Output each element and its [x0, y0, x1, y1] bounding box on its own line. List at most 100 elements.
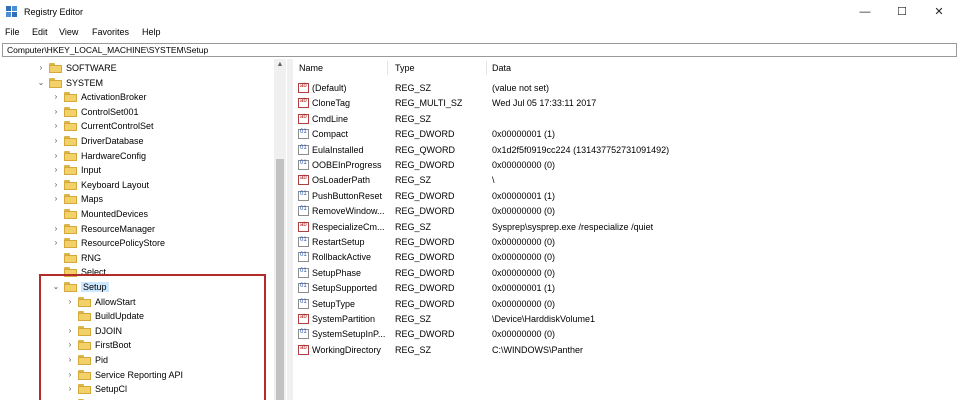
- close-button[interactable]: ✕: [924, 3, 954, 21]
- scroll-up-icon[interactable]: ▲: [274, 59, 286, 71]
- folder-icon: [64, 165, 77, 176]
- value-name: (Default): [312, 83, 347, 93]
- chevron-right-icon[interactable]: ›: [52, 107, 60, 117]
- tree-item-mounteddevices[interactable]: MountedDevices: [2, 207, 272, 221]
- tree-item-maps[interactable]: › Maps: [2, 192, 272, 206]
- value-row[interactable]: RemoveWindow... REG_DWORD 0x00000000 (0): [293, 204, 959, 219]
- column-divider[interactable]: [486, 61, 487, 75]
- address-path[interactable]: Computer\HKEY_LOCAL_MACHINE\SYSTEM\Setup: [7, 44, 208, 56]
- value-row[interactable]: EulaInstalled REG_QWORD 0x1d2f5f0919cc224 …: [293, 143, 959, 158]
- tree-item-resourcepolicystore[interactable]: › ResourcePolicyStore: [2, 236, 272, 250]
- minimize-button[interactable]: —: [850, 3, 880, 21]
- value-data: C:\WINDOWS\Panther: [492, 344, 584, 355]
- tree-item-label: HardwareConfig: [81, 150, 147, 161]
- scroll-thumb[interactable]: [276, 159, 284, 400]
- value-row[interactable]: OOBEInProgress REG_DWORD 0x00000000 (0): [293, 158, 959, 173]
- column-header-type[interactable]: Type: [395, 63, 415, 73]
- value-row[interactable]: CloneTag REG_MULTI_SZ Wed Jul 05 17:33:11 …: [293, 96, 959, 111]
- tree-item-rng[interactable]: RNG: [2, 251, 272, 265]
- folder-icon: [64, 179, 77, 190]
- tree-item-software[interactable]: › SOFTWARE: [2, 61, 272, 75]
- value-row[interactable]: (Default) REG_SZ (value not set): [293, 81, 959, 96]
- registry-editor-icon: [6, 6, 17, 17]
- tree-item-controlset001[interactable]: › ControlSet001: [2, 105, 272, 119]
- tree-item-label: DriverDatabase: [81, 136, 144, 146]
- chevron-right-icon[interactable]: ›: [52, 165, 60, 175]
- tree-item-driverdatabase[interactable]: › DriverDatabase: [2, 134, 272, 148]
- address-bar[interactable]: Computer\HKEY_LOCAL_MACHINE\SYSTEM\Setup: [2, 43, 957, 57]
- menu-file[interactable]: File: [5, 27, 20, 37]
- value-type: REG_QWORD: [395, 144, 456, 155]
- folder-icon: [49, 77, 62, 88]
- value-name: SystemPartition: [312, 314, 376, 324]
- value-row[interactable]: RespecializeCm... REG_SZ Sysprep\sysprep.e…: [293, 220, 959, 235]
- chevron-right-icon[interactable]: ›: [52, 194, 60, 204]
- value-row[interactable]: RollbackActive REG_DWORD 0x00000000 (0): [293, 250, 959, 265]
- value-name: OOBEInProgress: [312, 160, 382, 170]
- value-row[interactable]: SetupSupported REG_DWORD 0x00000001 (1): [293, 281, 959, 296]
- column-divider[interactable]: [387, 61, 388, 75]
- maximize-button[interactable]: ☐: [887, 3, 917, 21]
- value-data: (value not set): [492, 83, 550, 93]
- tree-scrollbar[interactable]: ▲: [274, 59, 286, 400]
- chevron-right-icon[interactable]: ›: [37, 63, 45, 73]
- folder-icon: [64, 106, 77, 117]
- chevron-right-icon[interactable]: ›: [52, 238, 60, 248]
- binary-value-icon: [298, 329, 309, 340]
- menu-favorites[interactable]: Favorites: [92, 27, 129, 37]
- value-name: RestartSetup: [312, 237, 365, 247]
- value-name: RemoveWindow...: [312, 206, 385, 217]
- value-row[interactable]: PushButtonReset REG_DWORD 0x00000001 (1): [293, 189, 959, 204]
- chevron-right-icon[interactable]: ›: [52, 92, 60, 102]
- chevron-right-icon[interactable]: ›: [52, 180, 60, 190]
- string-value-icon: [298, 98, 309, 109]
- value-type: REG_DWORD: [395, 329, 455, 340]
- string-value-icon: [298, 113, 309, 124]
- value-row[interactable]: Compact REG_DWORD 0x00000001 (1): [293, 127, 959, 142]
- string-value-icon: [298, 175, 309, 186]
- menu-edit[interactable]: Edit: [32, 27, 48, 37]
- value-data: 0x1d2f5f0919cc224 (131437752731091492): [492, 144, 670, 155]
- chevron-down-icon[interactable]: ⌄: [37, 78, 45, 88]
- column-header-data[interactable]: Data: [492, 63, 511, 73]
- value-row[interactable]: SystemSetupInP... REG_DWORD 0x00000000 (0): [293, 327, 959, 342]
- chevron-right-icon[interactable]: ›: [52, 121, 60, 131]
- string-value-icon: [298, 344, 309, 355]
- value-row[interactable]: RestartSetup REG_DWORD 0x00000000 (0): [293, 235, 959, 250]
- value-data: 0x00000001 (1): [492, 283, 556, 294]
- chevron-right-icon[interactable]: ›: [52, 224, 60, 234]
- tree-item-label: Keyboard Layout: [81, 179, 150, 190]
- tree-item-keyboard-layout[interactable]: › Keyboard Layout: [2, 178, 272, 192]
- value-row[interactable]: WorkingDirectory REG_SZ C:\WINDOWS\Panther: [293, 343, 959, 358]
- chevron-right-icon[interactable]: ›: [52, 151, 60, 161]
- tree-item-system[interactable]: ⌄ SYSTEM: [2, 76, 272, 90]
- value-data: 0x00000000 (0): [492, 160, 556, 170]
- menu-help[interactable]: Help: [142, 27, 161, 37]
- value-data: 0x00000001 (1): [492, 129, 556, 140]
- tree-item-hardwareconfig[interactable]: › HardwareConfig: [2, 149, 272, 163]
- value-row[interactable]: SystemPartition REG_SZ \Device\HarddiskVol…: [293, 312, 959, 327]
- folder-icon: [64, 136, 77, 146]
- value-data: 0x00000000 (0): [492, 329, 556, 340]
- tree-item-resourcemanager[interactable]: › ResourceManager: [2, 222, 272, 236]
- value-row[interactable]: SetupPhase REG_DWORD 0x00000000 (0): [293, 266, 959, 281]
- chevron-right-icon[interactable]: ›: [52, 136, 60, 146]
- tree-item-input[interactable]: › Input: [2, 163, 272, 177]
- value-name: RollbackActive: [312, 252, 372, 263]
- menu-view[interactable]: View: [59, 27, 78, 37]
- value-name: PushButtonReset: [312, 190, 383, 201]
- value-data: \: [492, 175, 495, 186]
- values-pane[interactable]: Name Type Data (Default) REG_SZ (value not…: [293, 59, 959, 400]
- tree-item-activationbroker[interactable]: › ActivationBroker: [2, 90, 272, 104]
- value-row[interactable]: OsLoaderPath REG_SZ \: [293, 173, 959, 188]
- folder-icon: [64, 223, 77, 234]
- value-row[interactable]: CmdLine REG_SZ: [293, 112, 959, 127]
- column-header-name[interactable]: Name: [299, 63, 323, 73]
- folder-icon: [64, 238, 77, 249]
- tree-item-label: MountedDevices: [81, 209, 149, 219]
- tree-item-label: ActivationBroker: [81, 92, 147, 103]
- value-type: REG_SZ: [395, 344, 432, 355]
- value-name: OsLoaderPath: [312, 175, 371, 186]
- value-row[interactable]: SetupType REG_DWORD 0x00000000 (0): [293, 297, 959, 312]
- tree-item-currentcontrolset[interactable]: › CurrentControlSet: [2, 119, 272, 133]
